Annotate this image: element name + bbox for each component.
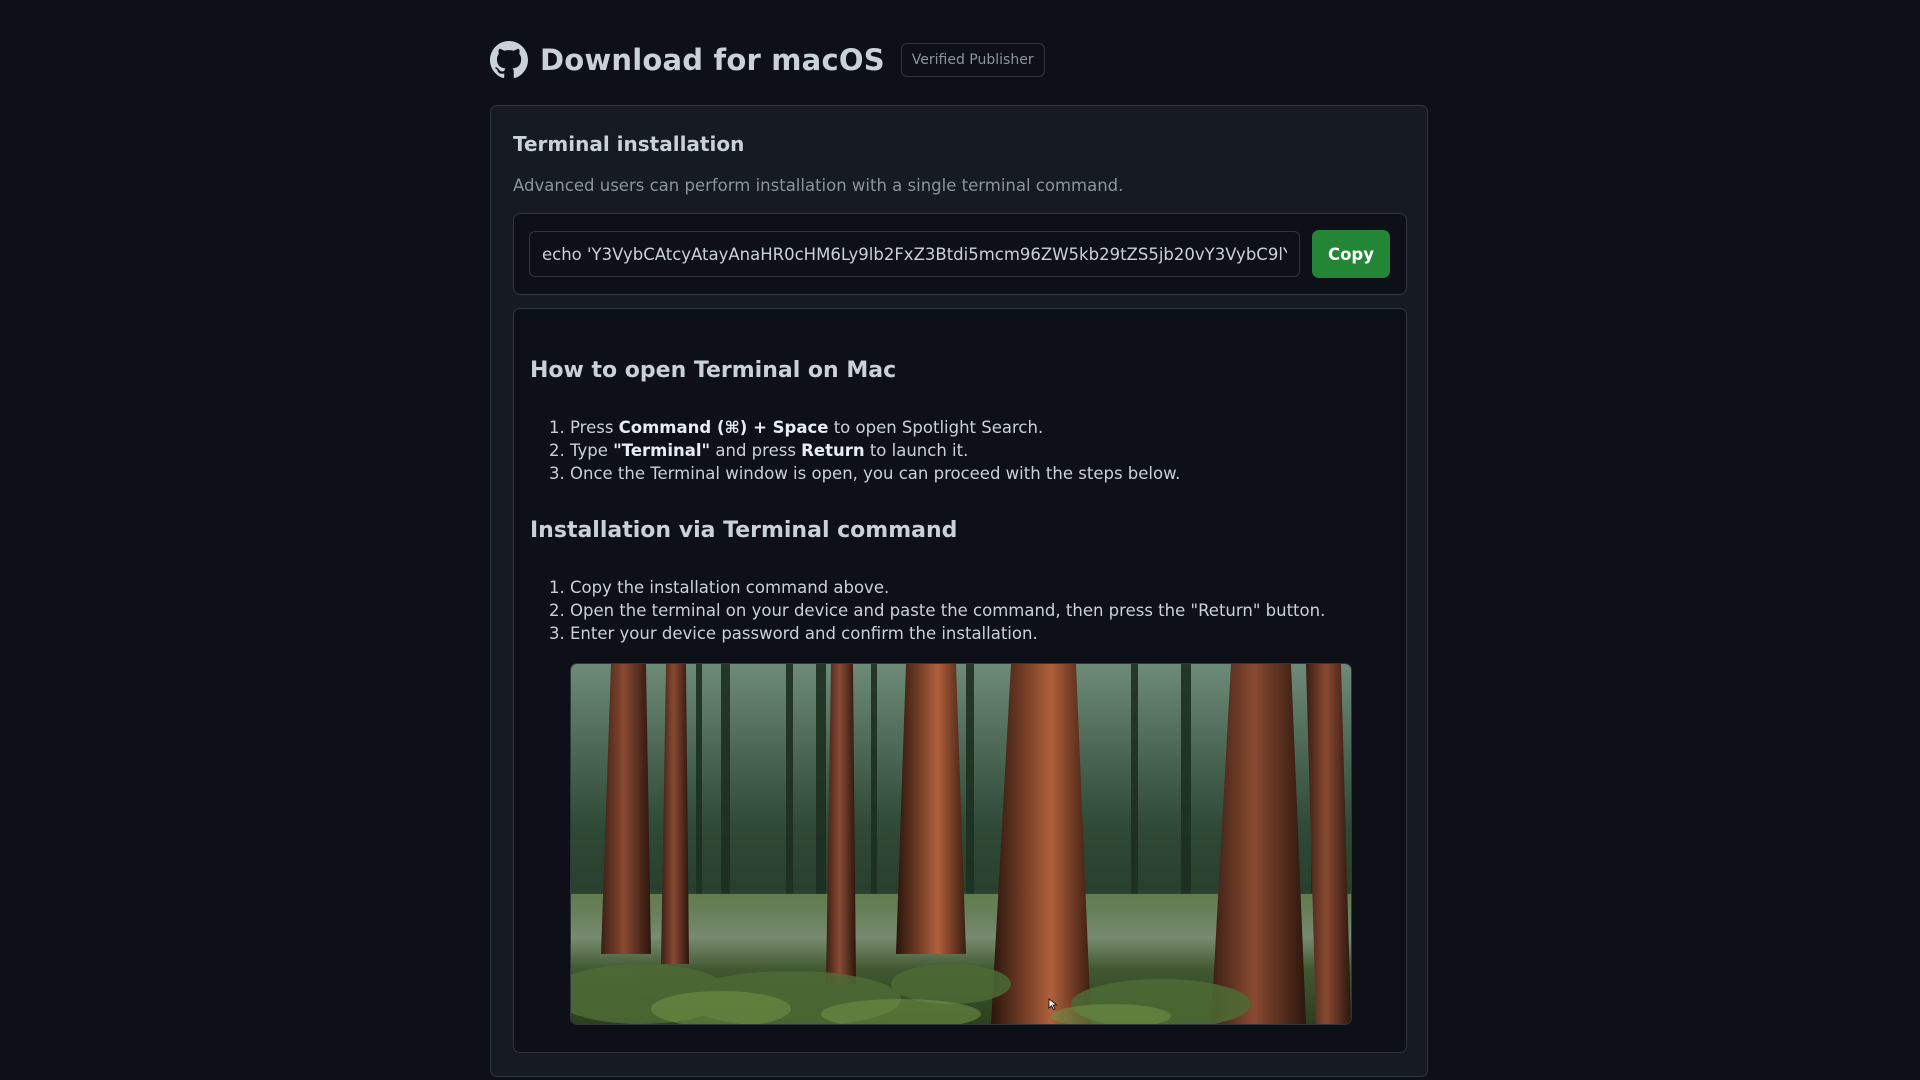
list-item: Press Command (⌘) + Space to open Spotli… bbox=[570, 416, 1180, 439]
list-item: Copy the installation command above. bbox=[570, 576, 1325, 599]
command-input[interactable] bbox=[529, 231, 1300, 277]
mouse-cursor-icon bbox=[1048, 998, 1058, 1010]
list-item: Open the terminal on your device and pas… bbox=[570, 599, 1325, 622]
card-title: Terminal installation bbox=[513, 132, 745, 156]
list-item: Type "Terminal" and press Return to laun… bbox=[570, 439, 1180, 462]
verified-publisher-badge: Verified Publisher bbox=[900, 43, 1045, 77]
command-box: Copy bbox=[513, 213, 1407, 295]
card-description: Advanced users can perform installation … bbox=[513, 176, 1124, 195]
page-header: Download for macOS Verified Publisher bbox=[490, 40, 1045, 80]
github-logo-icon bbox=[490, 41, 528, 79]
instructions-panel: How to open Terminal on Mac Press Comman… bbox=[513, 308, 1407, 1053]
terminal-installation-card: Terminal installation Advanced users can… bbox=[490, 105, 1428, 1077]
open-terminal-steps: Press Command (⌘) + Space to open Spotli… bbox=[530, 416, 1180, 485]
copy-button[interactable]: Copy bbox=[1312, 230, 1390, 278]
page-title: Download for macOS bbox=[540, 43, 885, 77]
install-steps: Copy the installation command above. Ope… bbox=[530, 576, 1325, 645]
forest-photo bbox=[570, 663, 1352, 1025]
list-item: Once the Terminal window is open, you ca… bbox=[570, 462, 1180, 485]
list-item: Enter your device password and confirm t… bbox=[570, 622, 1325, 645]
install-command-heading: Installation via Terminal command bbox=[530, 518, 958, 543]
open-terminal-heading: How to open Terminal on Mac bbox=[530, 358, 897, 383]
